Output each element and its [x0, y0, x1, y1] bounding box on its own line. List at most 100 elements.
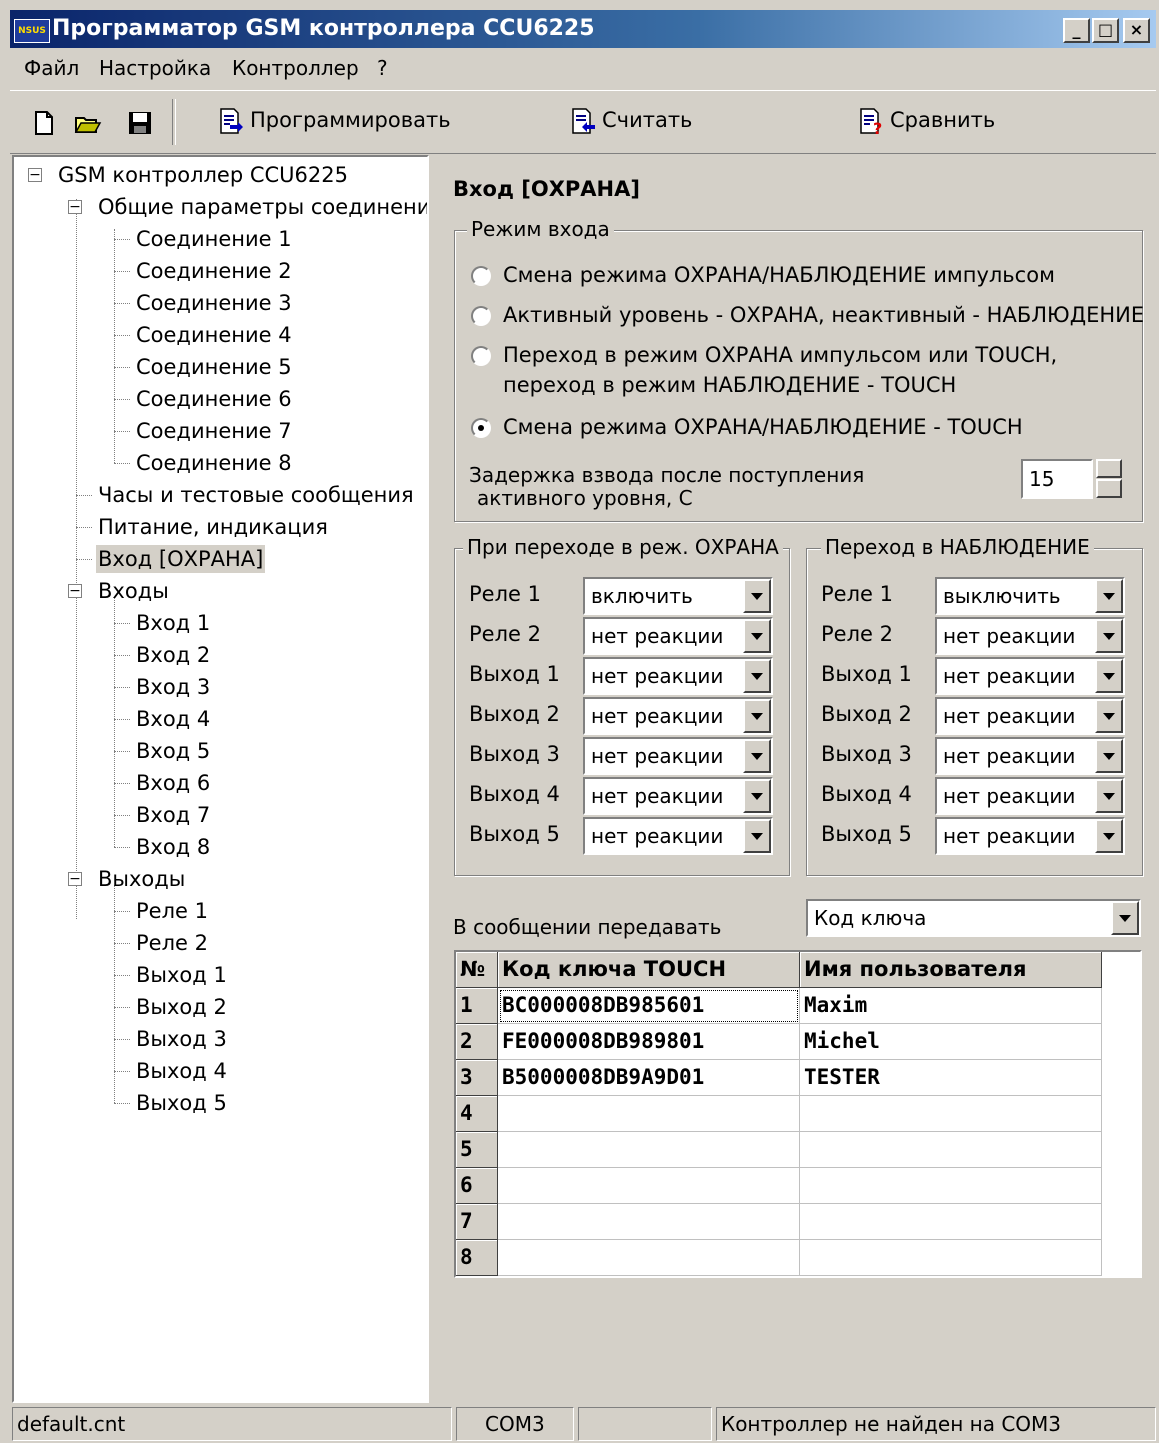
- grid-header-number[interactable]: №: [456, 952, 498, 988]
- grid-cell-key[interactable]: [498, 1132, 800, 1168]
- chevron-down-icon[interactable]: [743, 699, 771, 733]
- tree-item-output[interactable]: Реле 1: [136, 897, 208, 925]
- tree-root[interactable]: GSM контроллер CCU6225: [58, 161, 348, 189]
- tree-item-power[interactable]: Питание, индикация: [98, 513, 328, 541]
- tree-item-output[interactable]: Выход 2: [136, 993, 227, 1021]
- grid-cell-user[interactable]: [800, 1240, 1102, 1276]
- tree-item-connection[interactable]: Соединение 3: [136, 289, 292, 317]
- tree-item-connection[interactable]: Соединение 5: [136, 353, 292, 381]
- grid-cell-key[interactable]: [498, 1204, 800, 1240]
- mode-option-1[interactable]: Смена режима ОХРАНА/НАБЛЮДЕНИЕ импульсом: [471, 263, 1055, 287]
- grid-header-key[interactable]: Код ключа TOUCH: [498, 952, 800, 988]
- arm-relay2-select[interactable]: нет реакции: [583, 617, 773, 655]
- menu-controller[interactable]: Контроллер: [232, 56, 359, 80]
- arm-relay1-select[interactable]: включить: [583, 577, 773, 615]
- tree-item-general[interactable]: Общие параметры соединений: [98, 193, 427, 221]
- grid-cell-user[interactable]: [800, 1132, 1102, 1168]
- save-icon[interactable]: [126, 109, 154, 137]
- chevron-down-icon[interactable]: [1095, 659, 1123, 693]
- tree-item-connection[interactable]: Соединение 7: [136, 417, 292, 445]
- tree-item-input[interactable]: Вход 7: [136, 801, 210, 829]
- tree-item-security-input[interactable]: Вход [ОХРАНА]: [96, 545, 266, 573]
- tree-item-connection[interactable]: Соединение 4: [136, 321, 292, 349]
- collapse-toggle[interactable]: −: [28, 168, 42, 182]
- grid-cell-user[interactable]: [800, 1204, 1102, 1240]
- chevron-down-icon[interactable]: [1111, 901, 1139, 935]
- watch-relay2-select[interactable]: нет реакции: [935, 617, 1125, 655]
- grid-cell-user[interactable]: Michel: [800, 1024, 1102, 1060]
- watch-output1-select[interactable]: нет реакции: [935, 657, 1125, 695]
- watch-output4-select[interactable]: нет реакции: [935, 777, 1125, 815]
- touch-keys-grid[interactable]: № Код ключа TOUCH Имя пользователя 1 BC0…: [454, 950, 1142, 1278]
- program-button[interactable]: Программировать: [216, 107, 451, 141]
- tree-item-input[interactable]: Вход 4: [136, 705, 210, 733]
- tree-item-input[interactable]: Вход 8: [136, 833, 210, 861]
- tree-item-input[interactable]: Вход 6: [136, 769, 210, 797]
- watch-output3-select[interactable]: нет реакции: [935, 737, 1125, 775]
- mode-option-3[interactable]: Переход в режим ОХРАНА импульсом или TOU…: [471, 343, 1057, 367]
- tree-item-inputs[interactable]: Входы: [98, 577, 169, 605]
- chevron-down-icon[interactable]: [743, 779, 771, 813]
- tree-item-output[interactable]: Выход 5: [136, 1089, 227, 1117]
- read-button[interactable]: Считать: [568, 107, 692, 141]
- close-button[interactable]: ×: [1123, 18, 1150, 43]
- collapse-toggle[interactable]: −: [68, 872, 82, 886]
- grid-cell-user[interactable]: TESTER: [800, 1060, 1102, 1096]
- tree-item-clock[interactable]: Часы и тестовые сообщения: [98, 481, 414, 509]
- delay-down-button[interactable]: [1096, 479, 1122, 498]
- tree-item-input[interactable]: Вход 1: [136, 609, 210, 637]
- radio-button[interactable]: [471, 346, 491, 366]
- grid-cell-user[interactable]: [800, 1096, 1102, 1132]
- radio-button-selected[interactable]: [471, 418, 491, 438]
- arm-output5-select[interactable]: нет реакции: [583, 817, 773, 855]
- tree-item-outputs[interactable]: Выходы: [98, 865, 185, 893]
- delay-input[interactable]: 15: [1021, 459, 1093, 499]
- new-file-icon[interactable]: [30, 109, 58, 137]
- watch-output5-select[interactable]: нет реакции: [935, 817, 1125, 855]
- chevron-down-icon[interactable]: [1095, 619, 1123, 653]
- tree-item-output[interactable]: Реле 2: [136, 929, 208, 957]
- maximize-button[interactable]: □: [1092, 18, 1119, 43]
- menu-settings[interactable]: Настройка: [99, 56, 211, 80]
- grid-cell-user[interactable]: [800, 1168, 1102, 1204]
- minimize-button[interactable]: _: [1063, 18, 1090, 43]
- tree-item-output[interactable]: Выход 4: [136, 1057, 227, 1085]
- chevron-down-icon[interactable]: [743, 739, 771, 773]
- menu-help[interactable]: ?: [377, 56, 388, 80]
- grid-cell-key[interactable]: BC000008DB985601: [498, 988, 800, 1024]
- grid-header-user[interactable]: Имя пользователя: [800, 952, 1102, 988]
- tree-item-output[interactable]: Выход 3: [136, 1025, 227, 1053]
- tree-item-connection[interactable]: Соединение 2: [136, 257, 292, 285]
- watch-relay1-select[interactable]: выключить: [935, 577, 1125, 615]
- tree-item-input[interactable]: Вход 5: [136, 737, 210, 765]
- arm-output1-select[interactable]: нет реакции: [583, 657, 773, 695]
- tree-item-input[interactable]: Вход 2: [136, 641, 210, 669]
- watch-output2-select[interactable]: нет реакции: [935, 697, 1125, 735]
- grid-cell-key[interactable]: B5000008DB9A9D01: [498, 1060, 800, 1096]
- chevron-down-icon[interactable]: [1095, 579, 1123, 613]
- chevron-down-icon[interactable]: [1095, 739, 1123, 773]
- grid-cell-key[interactable]: FE000008DB989801: [498, 1024, 800, 1060]
- radio-button[interactable]: [471, 266, 491, 286]
- chevron-down-icon[interactable]: [743, 619, 771, 653]
- settings-tree[interactable]: − GSM контроллер CCU6225 − Общие парамет…: [12, 155, 429, 1403]
- chevron-down-icon[interactable]: [1095, 779, 1123, 813]
- title-bar[interactable]: NSUS Программатор GSM контроллера CCU622…: [10, 10, 1156, 48]
- grid-cell-key[interactable]: [498, 1096, 800, 1132]
- arm-output4-select[interactable]: нет реакции: [583, 777, 773, 815]
- mode-option-4[interactable]: Смена режима ОХРАНА/НАБЛЮДЕНИЕ - TOUCH: [471, 415, 1023, 439]
- radio-button[interactable]: [471, 306, 491, 326]
- tree-item-connection[interactable]: Соединение 1: [136, 225, 292, 253]
- chevron-down-icon[interactable]: [743, 819, 771, 853]
- compare-button[interactable]: ? Сравнить: [856, 107, 995, 141]
- chevron-down-icon[interactable]: [1095, 699, 1123, 733]
- collapse-toggle[interactable]: −: [68, 200, 82, 214]
- tree-item-output[interactable]: Выход 1: [136, 961, 227, 989]
- arm-output3-select[interactable]: нет реакции: [583, 737, 773, 775]
- arm-output2-select[interactable]: нет реакции: [583, 697, 773, 735]
- grid-cell-key[interactable]: [498, 1240, 800, 1276]
- tree-item-input[interactable]: Вход 3: [136, 673, 210, 701]
- message-select[interactable]: Код ключа: [806, 899, 1141, 937]
- collapse-toggle[interactable]: −: [68, 584, 82, 598]
- delay-up-button[interactable]: [1096, 459, 1122, 478]
